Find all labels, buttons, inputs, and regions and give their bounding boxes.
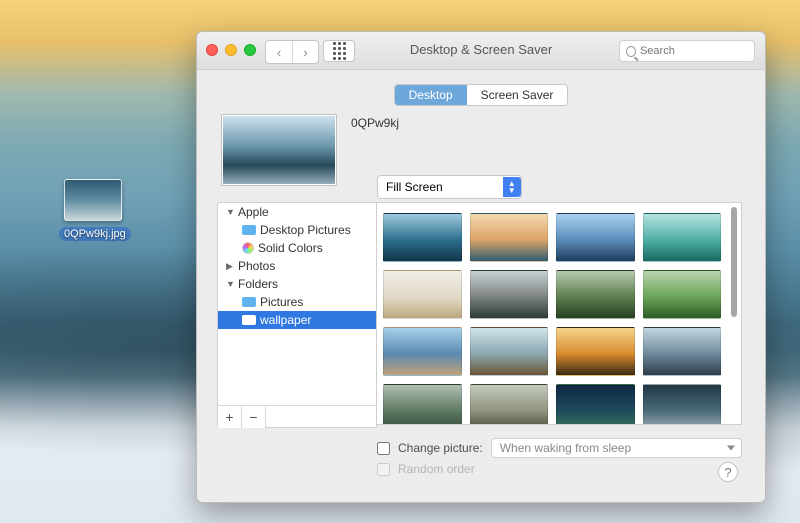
- bottom-controls: Change picture: When waking from sleep R…: [377, 438, 742, 480]
- stepper-arrows-icon: ▲▼: [503, 177, 521, 197]
- source-folders[interactable]: ▼Folders: [218, 275, 376, 293]
- desktop-file[interactable]: 0QPw9kj.jpg: [59, 179, 127, 241]
- wallpaper-thumbnail[interactable]: [383, 270, 462, 319]
- wallpaper-thumbnail[interactable]: [643, 270, 722, 319]
- search-icon: [626, 46, 636, 57]
- source-photos[interactable]: ▶Photos: [218, 257, 376, 275]
- wallpaper-thumbnail[interactable]: [470, 327, 549, 376]
- fill-mode-value: Fill Screen: [386, 180, 443, 194]
- folder-icon: [242, 225, 256, 235]
- file-label: 0QPw9kj.jpg: [59, 227, 131, 241]
- source-list: ▼Apple Desktop Pictures Solid Colors ▶Ph…: [217, 202, 377, 428]
- wallpaper-thumbnail[interactable]: [643, 213, 722, 262]
- tab-desktop[interactable]: Desktop: [395, 85, 467, 105]
- file-thumbnail: [64, 179, 122, 221]
- wallpaper-thumbnail[interactable]: [556, 327, 635, 376]
- wallpaper-thumbnail[interactable]: [643, 327, 722, 376]
- fill-mode-select[interactable]: Fill Screen ▲▼: [377, 175, 522, 199]
- source-desktop-pictures[interactable]: Desktop Pictures: [218, 221, 376, 239]
- wallpaper-thumbnail[interactable]: [470, 384, 549, 424]
- source-solid-colors[interactable]: Solid Colors: [218, 239, 376, 257]
- search-input[interactable]: [640, 45, 748, 57]
- titlebar: ‹ › Desktop & Screen Saver: [197, 32, 765, 70]
- random-order-checkbox: [377, 463, 390, 476]
- wallpaper-thumbnail[interactable]: [643, 384, 722, 424]
- wallpaper-thumbnail[interactable]: [383, 213, 462, 262]
- source-wallpaper[interactable]: wallpaper: [218, 311, 376, 329]
- wallpaper-thumbnail[interactable]: [470, 213, 549, 262]
- random-order-label: Random order: [398, 462, 475, 476]
- preview-thumbnail: [221, 114, 337, 186]
- source-list-footer: + −: [218, 405, 376, 427]
- wallpaper-thumbnail[interactable]: [556, 384, 635, 424]
- search-field[interactable]: [619, 40, 755, 62]
- change-picture-interval-select[interactable]: When waking from sleep: [491, 438, 742, 458]
- wallpaper-thumbnail[interactable]: [383, 327, 462, 376]
- wallpaper-thumbnail[interactable]: [556, 213, 635, 262]
- source-pictures[interactable]: Pictures: [218, 293, 376, 311]
- grid-scrollbar[interactable]: [729, 205, 739, 422]
- color-wheel-icon: [242, 242, 254, 254]
- wallpaper-thumbnail[interactable]: [470, 270, 549, 319]
- change-picture-label: Change picture:: [398, 441, 483, 455]
- source-apple[interactable]: ▼Apple: [218, 203, 376, 221]
- preferences-window: ‹ › Desktop & Screen Saver Desktop Scree…: [196, 31, 766, 503]
- wallpaper-grid: [377, 202, 742, 425]
- scrollbar-handle[interactable]: [731, 207, 737, 317]
- folder-icon: [242, 297, 256, 307]
- tab-bar: Desktop Screen Saver: [197, 84, 765, 106]
- tab-screensaver[interactable]: Screen Saver: [467, 85, 568, 105]
- wallpaper-thumbnail[interactable]: [556, 270, 635, 319]
- current-wallpaper-preview: 0QPw9kj: [221, 114, 399, 186]
- folder-icon: [242, 315, 256, 325]
- remove-source-button[interactable]: −: [242, 406, 266, 428]
- preview-name: 0QPw9kj: [351, 114, 399, 130]
- wallpaper-thumbnail[interactable]: [383, 384, 462, 424]
- add-source-button[interactable]: +: [218, 406, 242, 428]
- change-picture-checkbox[interactable]: [377, 442, 390, 455]
- help-button[interactable]: ?: [718, 462, 738, 482]
